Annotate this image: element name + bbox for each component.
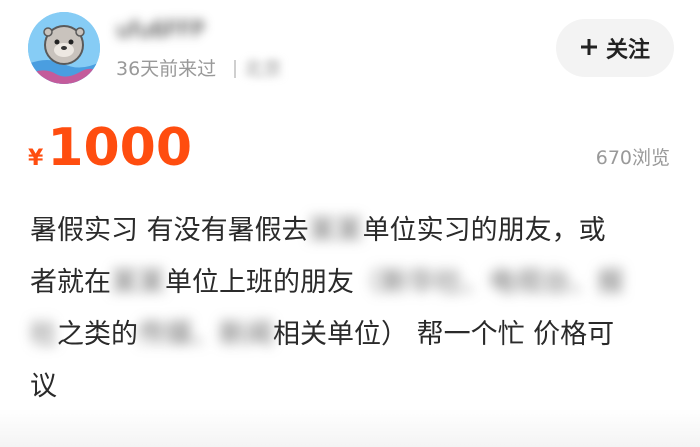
follow-button[interactable]: 关注 <box>556 19 674 77</box>
price-amount: 1000 <box>47 118 193 178</box>
description-text: 相关单位） 帮一个忙 价格可 <box>273 319 615 350</box>
description-line: 议 <box>30 361 678 413</box>
username[interactable]: ufu6FFP <box>116 18 204 44</box>
redacted-text: 社 <box>30 319 57 350</box>
redacted-text: 传媒、新闻 <box>138 319 273 350</box>
description-text: 暑假实习 有没有暑假去 <box>30 215 309 246</box>
description-line: 者就在某某单位上班的朋友（新华社、电视台、报 <box>30 257 678 309</box>
redacted-text: （新华社、电视台、报 <box>354 267 624 298</box>
bottom-edge <box>0 409 700 447</box>
view-count: 670浏览 <box>595 147 670 169</box>
redacted-text: 某某 <box>308 215 363 246</box>
follow-label: 关注 <box>605 38 650 63</box>
description-text: 单位实习的朋友，或 <box>362 215 606 246</box>
description-text: 单位上班的朋友 <box>165 267 354 298</box>
description-line: 社之类的传媒、新闻相关单位） 帮一个忙 价格可 <box>30 309 678 361</box>
description-text: 之类的 <box>57 319 138 350</box>
redacted-text: 某某 <box>111 267 165 298</box>
description: 暑假实习 有没有暑假去某某单位实习的朋友，或 者就在某某单位上班的朋友（新华社、… <box>30 205 678 413</box>
divider <box>234 60 236 78</box>
avatar[interactable] <box>28 12 100 84</box>
description-text: 议 <box>30 371 57 402</box>
last-seen-text: 36天前来过 <box>116 58 217 80</box>
description-text: 者就在 <box>30 267 111 298</box>
plus-icon <box>580 35 598 61</box>
description-line: 暑假实习 有没有暑假去某某单位实习的朋友，或 <box>30 205 678 257</box>
item-detail-page: ufu6FFP 36天前来过 北京 关注 ¥ 1000 670浏览 暑假实习 有… <box>0 0 700 447</box>
location-text: 北京 <box>244 58 283 80</box>
price: ¥ 1000 <box>28 118 192 178</box>
otter-astronaut-avatar-icon <box>28 12 100 84</box>
currency-symbol: ¥ <box>28 146 44 171</box>
